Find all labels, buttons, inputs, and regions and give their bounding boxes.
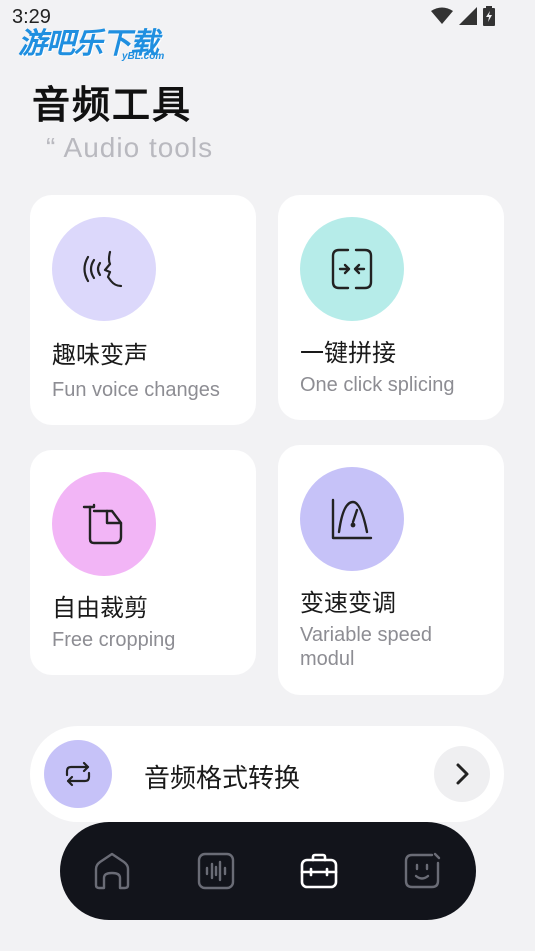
card-one-click-splicing[interactable]: 一键拼接 One click splicing [278, 195, 504, 420]
format-conversion-label: 音频格式转换 [144, 764, 301, 794]
chevron-right-button[interactable] [434, 746, 490, 802]
card-title: 自由裁剪 [52, 594, 148, 622]
nav-tools[interactable] [297, 849, 341, 893]
watermark-logo: 游吧乐下载 yBL.com [18, 20, 188, 70]
status-icons [431, 6, 495, 26]
nav-audio[interactable] [194, 849, 238, 893]
battery-icon [483, 6, 495, 26]
card-title: 趣味变声 [52, 341, 148, 369]
nav-home[interactable] [90, 849, 134, 893]
card-icon-circle [52, 217, 156, 321]
card-subtitle: One click splicing [300, 374, 455, 396]
crop-icon [82, 503, 123, 545]
chevron-right-icon [456, 763, 469, 785]
card-subtitle: Fun voice changes [52, 379, 220, 401]
card-title: 一键拼接 [300, 339, 396, 367]
home-icon [94, 852, 130, 890]
card-subtitle: Variable speed modul [300, 624, 432, 670]
card-variable-speed[interactable]: 变速变调 Variable speed modul [278, 445, 504, 695]
voice-face-icon [83, 250, 123, 288]
convert-icon [65, 761, 91, 787]
face-icon [404, 852, 441, 889]
toolbox-icon [300, 853, 338, 889]
card-subtitle: Free cropping [52, 629, 176, 651]
page-subtitle: “ Audio tools [46, 132, 214, 163]
card-icon-circle [300, 467, 404, 571]
card-fun-voice[interactable]: 趣味变声 Fun voice changes [30, 195, 256, 425]
card-title: 变速变调 [300, 589, 396, 617]
format-icon-circle [44, 740, 112, 808]
card-free-cropping[interactable]: 自由裁剪 Free cropping [30, 450, 256, 675]
card-icon-circle [300, 217, 404, 321]
card-icon-circle [52, 472, 156, 576]
page-title: 音频工具 [32, 83, 193, 127]
nav-profile[interactable] [400, 849, 444, 893]
format-conversion-row[interactable]: 音频格式转换 [30, 726, 504, 822]
splice-icon [331, 248, 373, 290]
watermark-domain: yBL.com [122, 51, 165, 62]
wifi-icon [431, 7, 453, 24]
bottom-nav [60, 822, 476, 920]
metronome-icon [331, 498, 373, 540]
signal-icon [459, 7, 477, 25]
waveform-icon [197, 852, 235, 890]
